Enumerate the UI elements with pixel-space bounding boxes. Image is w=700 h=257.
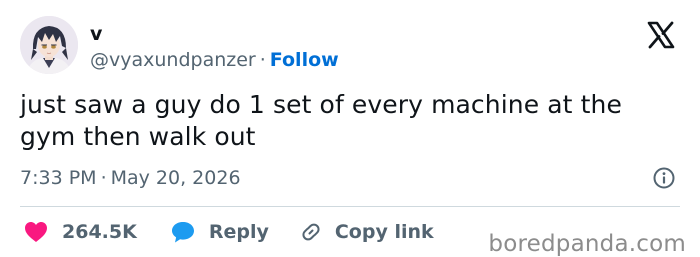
heart-icon <box>25 222 47 242</box>
reply-button[interactable]: Reply <box>171 221 269 243</box>
likes-count: 264.5K <box>62 221 137 243</box>
handle-row: @vyaxundpanzer · Follow <box>90 48 339 72</box>
timestamp[interactable]: 7:33 PM · May 20, 2026 <box>20 166 241 190</box>
tweet-time: 7:33 PM <box>20 167 97 189</box>
follow-button[interactable]: Follow <box>270 49 339 71</box>
timestamp-separator: · <box>100 167 107 189</box>
link-icon <box>302 223 320 241</box>
copy-link-button[interactable]: Copy link <box>299 220 434 244</box>
separator-dot: · <box>259 49 266 71</box>
tweet-date: May 20, 2026 <box>110 167 241 189</box>
divider <box>20 206 680 207</box>
display-name[interactable]: v <box>90 23 102 45</box>
speech-bubble-icon <box>171 222 194 243</box>
copy-link-label: Copy link <box>334 221 434 243</box>
avatar-image <box>20 16 78 74</box>
like-button[interactable]: 264.5K <box>24 221 137 243</box>
watermark: boredpanda.com <box>488 231 686 257</box>
info-icon[interactable] <box>652 166 676 190</box>
tweet-text: just saw a guy do 1 set of every machine… <box>20 90 622 151</box>
x-logo-icon[interactable] <box>646 20 676 50</box>
avatar[interactable] <box>20 16 78 74</box>
reply-label: Reply <box>208 221 269 243</box>
action-bar: 264.5K Reply Copy link <box>24 218 434 246</box>
user-handle[interactable]: @vyaxundpanzer <box>90 49 256 71</box>
tweet-card: v @vyaxundpanzer · Follow just saw a guy d… <box>0 0 700 256</box>
